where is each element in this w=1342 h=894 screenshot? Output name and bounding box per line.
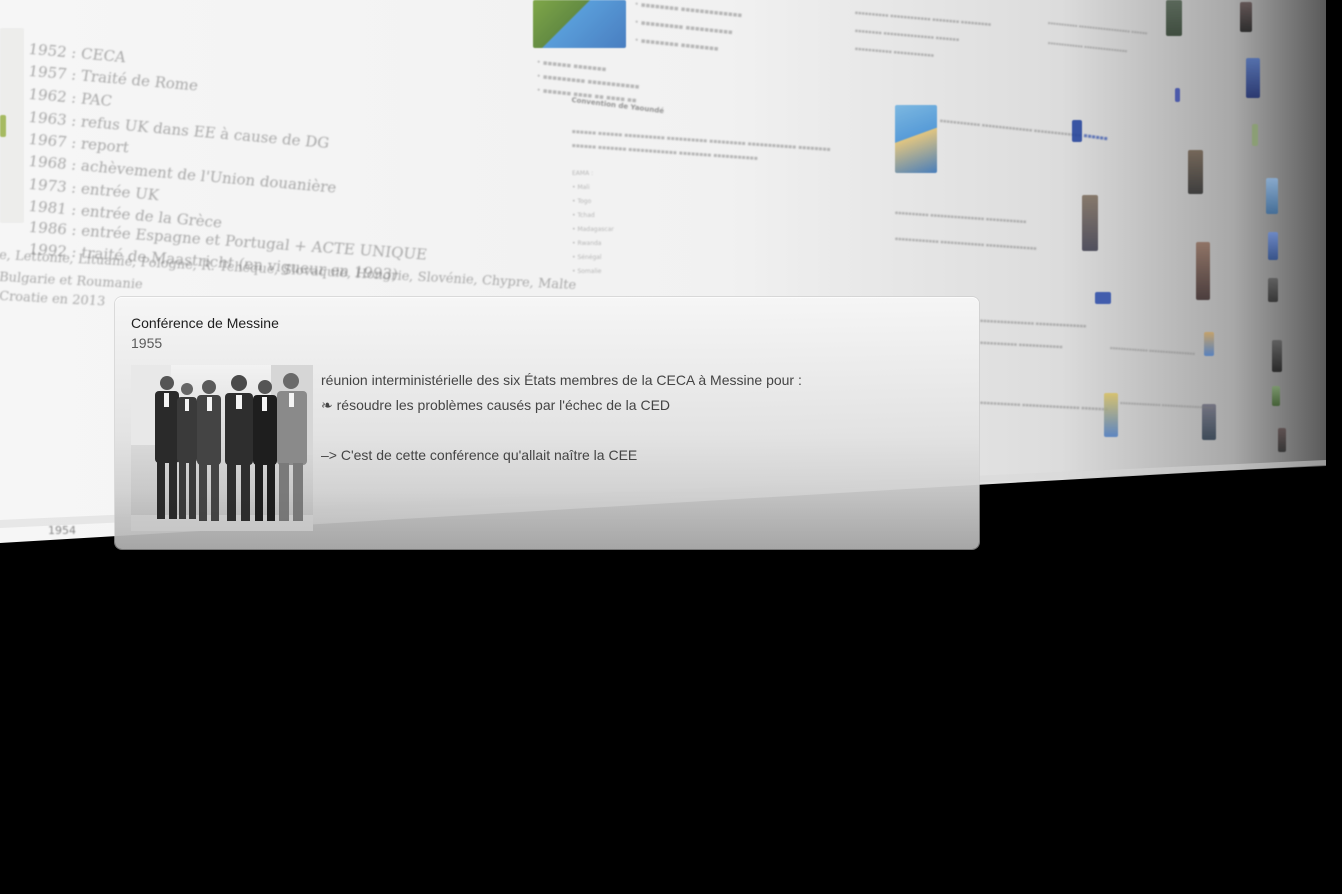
- bg-image: [1252, 124, 1258, 146]
- bg-portrait: [1166, 0, 1182, 36]
- bg-list-item: • Tchad: [572, 212, 595, 219]
- bg-list-item: • Rwanda: [572, 240, 602, 247]
- bg-portrait: [1188, 150, 1203, 194]
- bg-image: [1272, 340, 1282, 372]
- bg-portrait: [1240, 2, 1252, 32]
- bg-image-detail: [0, 115, 6, 137]
- group-photo-image: [131, 365, 313, 531]
- bg-portrait: [1082, 195, 1098, 251]
- event-year: 1955: [131, 335, 163, 351]
- bg-list-item: • Sénégal: [572, 254, 602, 261]
- bg-list-item: • Somalie: [572, 268, 602, 275]
- description-conclusion: –> C'est de cette conférence qu'allait n…: [321, 447, 638, 463]
- description-line: réunion interministérielle des six États…: [321, 372, 802, 388]
- bg-list-item: • Mali: [572, 184, 590, 191]
- description-bullet: ❧ résoudre les problèmes causés par l'éc…: [321, 397, 671, 413]
- event-description: réunion interministérielle des six États…: [321, 368, 961, 468]
- group-photo-icon: [131, 365, 313, 531]
- bg-list-item: • Togo: [572, 198, 592, 205]
- bg-image: [1246, 58, 1260, 98]
- bg-image: [1204, 332, 1214, 356]
- bg-image: [1266, 178, 1278, 214]
- bg-image: [1278, 428, 1286, 452]
- bg-image: [1268, 278, 1278, 302]
- event-detail-card[interactable]: Conférence de Messine 1955 réunion inter…: [115, 297, 979, 549]
- bg-year-label: 1954: [48, 524, 76, 537]
- event-title: Conférence de Messine: [131, 315, 279, 331]
- eu-flag-icon: [1072, 120, 1082, 142]
- bg-image: [1268, 232, 1278, 260]
- bg-list-item: • Madagascar: [572, 226, 614, 233]
- timeline-viewer: 1952 : CECA 1957 : Traité de Rome 1962 :…: [0, 0, 1342, 894]
- bg-map-thumbnail: [1104, 393, 1118, 437]
- bg-map-thumbnail: [533, 0, 626, 48]
- bg-portrait: [1196, 242, 1210, 300]
- bg-logo: [1095, 292, 1111, 304]
- bg-logo: [1175, 88, 1180, 102]
- bg-list-item: EAMA :: [572, 170, 594, 177]
- bg-image: [1272, 386, 1280, 406]
- bg-map-thumbnail: [895, 105, 937, 173]
